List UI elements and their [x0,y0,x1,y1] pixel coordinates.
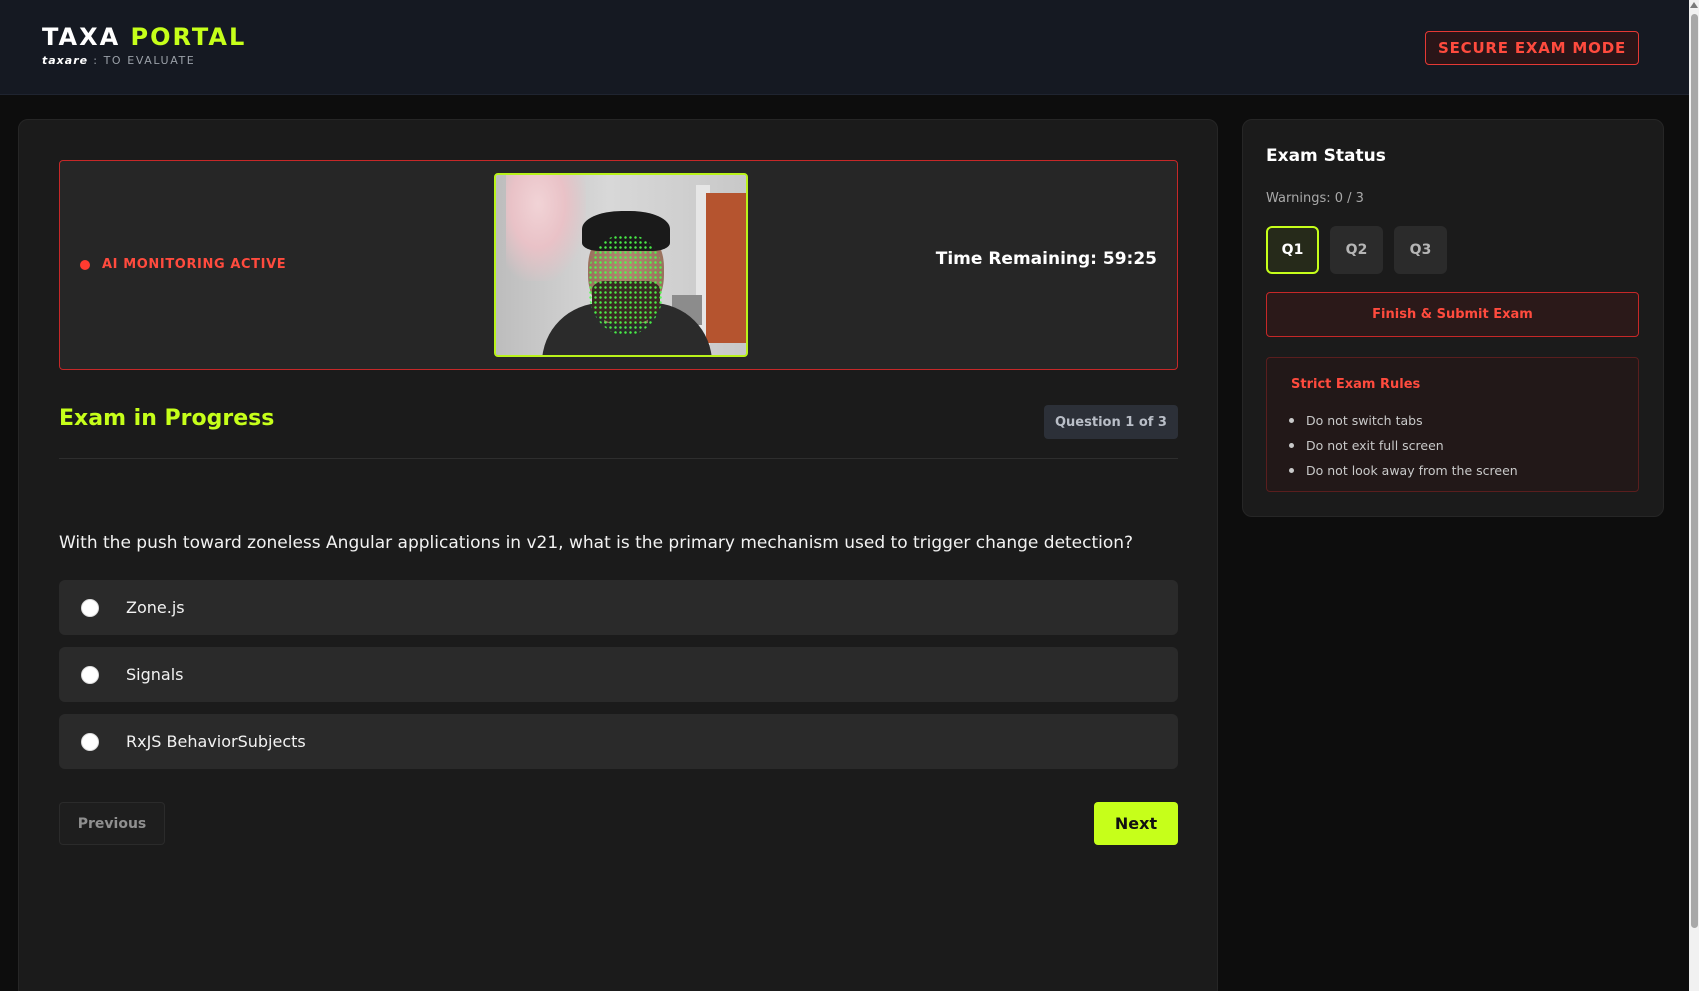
question-nav-q2[interactable]: Q2 [1330,226,1383,274]
secure-exam-mode-badge: SECURE EXAM MODE [1425,31,1639,65]
bullet-icon [1289,468,1294,473]
red-dot-icon [80,259,90,270]
divider [59,458,1178,459]
exam-status-title: Exam Status [1266,146,1386,166]
previous-button[interactable]: Previous [59,802,165,845]
logo: TAXA PORTAL taxare : TO EVALUATE [42,22,246,67]
logo-tagline: taxare : TO EVALUATE [42,54,246,67]
tagline-word: taxare [42,54,89,67]
rule-item: Do not switch tabs [1289,408,1518,433]
question-text: With the push toward zoneless Angular ap… [59,533,1134,553]
rule-item: Do not exit full screen [1289,433,1518,458]
camera-curtain [506,175,586,281]
rules-title: Strict Exam Rules [1291,377,1421,392]
radio-icon[interactable] [81,665,99,684]
rule-text: Do not exit full screen [1306,438,1444,453]
tagline-rest: : TO EVALUATE [88,54,196,67]
question-counter-badge: Question 1 of 3 [1044,405,1178,439]
warnings-count: Warnings: 0 / 3 [1266,191,1364,206]
logo-accent: PORTAL [130,23,247,51]
time-remaining: Time Remaining: 59:25 [935,249,1157,269]
exam-title: Exam in Progress [59,406,275,431]
rules-list: Do not switch tabs Do not exit full scre… [1289,408,1518,483]
answer-option[interactable]: RxJS BehaviorSubjects [59,714,1178,769]
answer-option-label: Zone.js [126,598,185,617]
next-button[interactable]: Next [1094,802,1178,845]
bullet-icon [1289,443,1294,448]
monitoring-label: AI MONITORING ACTIVE [102,257,287,272]
bullet-icon [1289,418,1294,423]
logo-primary: TAXA [42,23,121,51]
question-nav-q3[interactable]: Q3 [1394,226,1447,274]
logo-title: TAXA PORTAL [42,22,246,52]
face-mesh-overlay [588,235,664,335]
answer-option-label: Signals [126,665,184,684]
answer-option[interactable]: Zone.js [59,580,1178,635]
proctor-monitor-panel: AI MONITORING ACTIVE Time Remaining: 59:… [59,160,1178,370]
camera-door [706,193,746,343]
answer-option-label: RxJS BehaviorSubjects [126,732,306,751]
top-bar: TAXA PORTAL taxare : TO EVALUATE SECURE … [0,0,1689,95]
rule-text: Do not switch tabs [1306,413,1423,428]
webcam-feed [494,173,748,357]
monitoring-status: AI MONITORING ACTIVE [80,257,286,272]
question-nav-q1[interactable]: Q1 [1266,226,1319,274]
finish-submit-button[interactable]: Finish & Submit Exam [1266,292,1639,337]
exam-rules-box: Strict Exam Rules Do not switch tabs Do … [1266,357,1639,492]
scrollbar-thumb[interactable] [1691,14,1698,928]
radio-icon[interactable] [81,732,99,751]
rule-text: Do not look away from the screen [1306,463,1518,478]
answer-option[interactable]: Signals [59,647,1178,702]
radio-icon[interactable] [81,598,99,617]
rule-item: Do not look away from the screen [1289,458,1518,483]
scroll-up-arrow-icon[interactable] [1690,2,1698,8]
